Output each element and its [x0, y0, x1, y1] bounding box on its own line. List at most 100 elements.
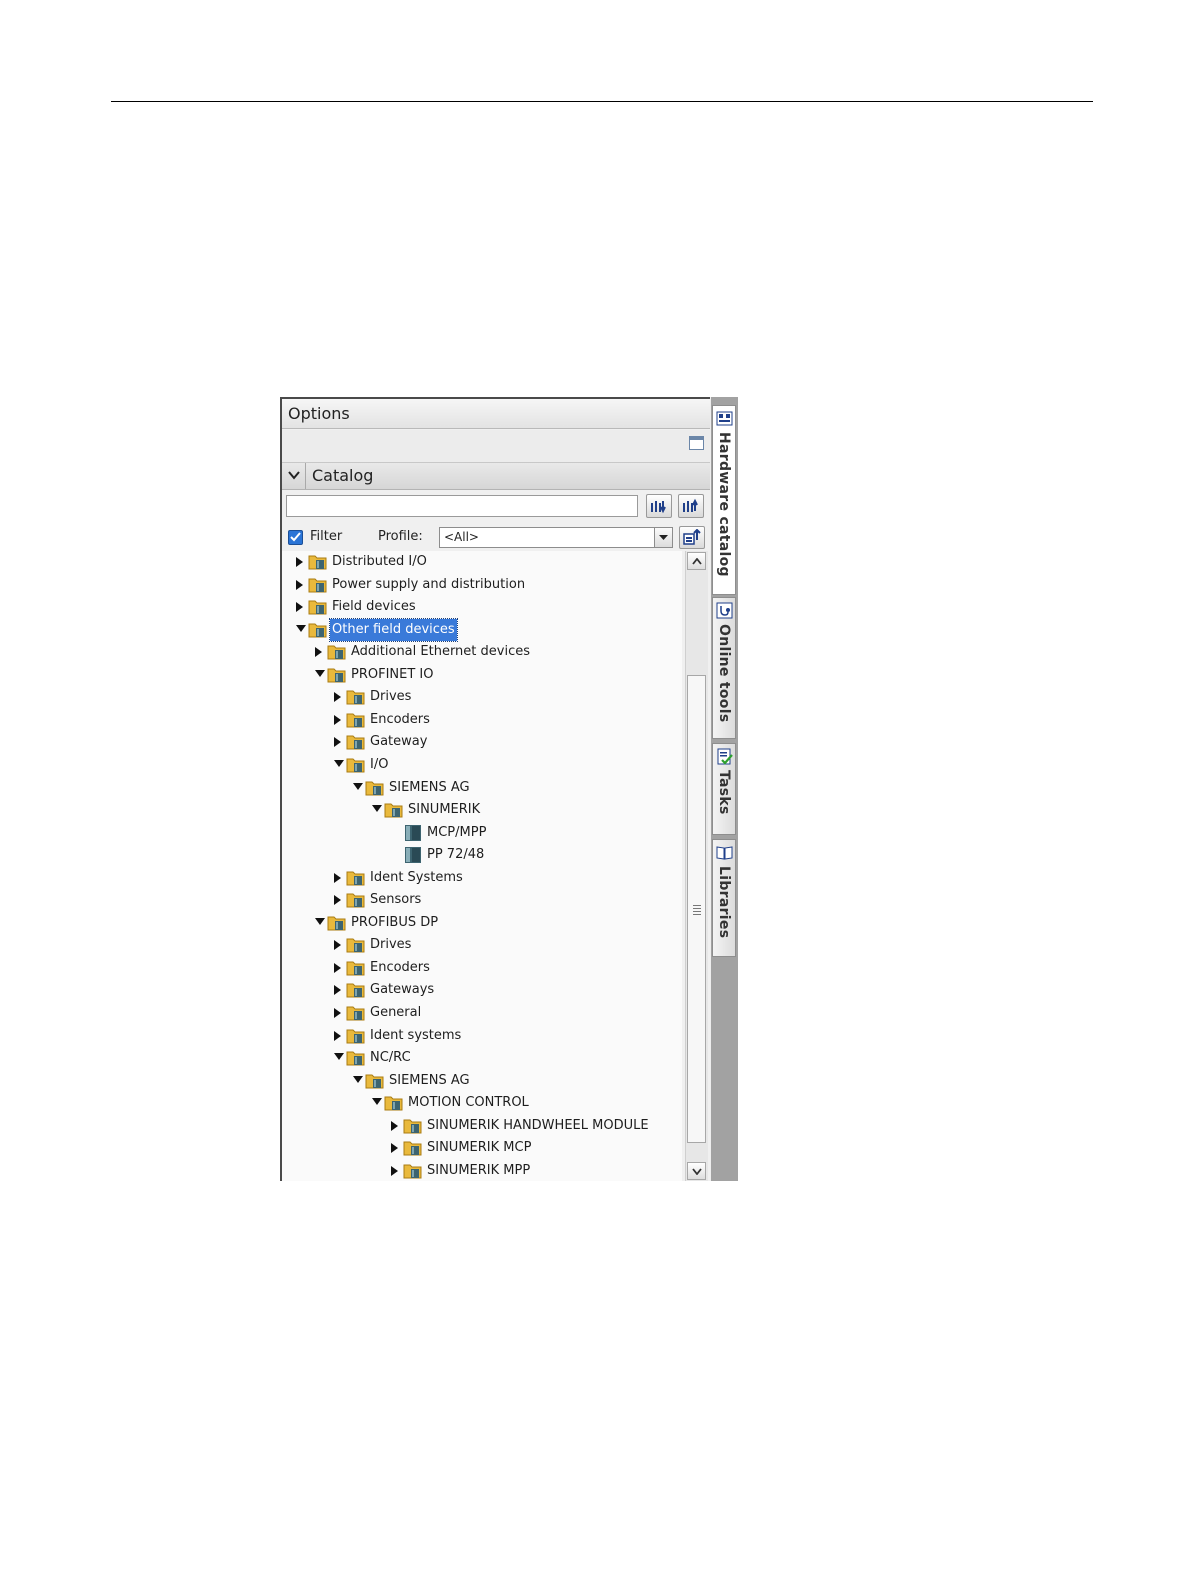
folder-icon	[403, 1117, 423, 1135]
collapse-arrow-icon[interactable]	[332, 1047, 344, 1069]
tree-item-label: Encoders	[370, 711, 430, 727]
collapse-arrow-icon[interactable]	[294, 619, 306, 641]
tree-item-label: PROFIBUS DP	[351, 914, 439, 930]
folder-icon	[327, 914, 347, 932]
folder-icon	[308, 576, 328, 594]
profile-settings-icon	[683, 529, 701, 545]
search-up-button[interactable]	[678, 494, 704, 518]
catalog-header[interactable]: Catalog	[282, 463, 710, 490]
search-up-icon	[683, 498, 698, 512]
folder-icon	[346, 756, 366, 774]
profile-dropdown-button[interactable]	[654, 528, 672, 547]
folder-icon	[365, 1072, 385, 1090]
filter-label: Filter	[310, 529, 343, 544]
scroll-up-button[interactable]	[687, 552, 706, 570]
tree-item-label: SIEMENS AG	[389, 1072, 470, 1088]
tree-item-label: SINUMERIK	[408, 802, 481, 818]
scroll-thumb[interactable]	[687, 675, 706, 1143]
tree-item-label: I/O	[370, 756, 389, 772]
filter-row: Filter Profile: <All>	[282, 525, 710, 551]
tree-item-label: MOTION CONTROL	[408, 1095, 529, 1111]
chevron-up-icon	[692, 558, 702, 565]
chevron-down-icon	[288, 471, 300, 480]
folder-icon	[346, 1027, 366, 1045]
folder-icon	[346, 936, 366, 954]
expand-arrow-icon[interactable]	[332, 1002, 344, 1024]
folder-icon	[346, 733, 366, 751]
expand-arrow-icon[interactable]	[332, 957, 344, 979]
tree-item-label: Drives	[370, 689, 412, 705]
check-icon	[290, 532, 301, 542]
expand-arrow-icon[interactable]	[294, 574, 306, 596]
expand-arrow-icon[interactable]	[389, 1160, 401, 1181]
search-down-icon	[651, 501, 666, 514]
profile-settings-button[interactable]	[679, 526, 705, 549]
side-tab-label: Hardware catalog	[716, 432, 732, 577]
folder-icon	[346, 1004, 366, 1022]
folder-icon	[384, 801, 404, 819]
tree-item-label: Encoders	[370, 959, 430, 975]
filter-checkbox[interactable]	[288, 530, 303, 545]
profile-label: Profile:	[378, 529, 423, 544]
expand-arrow-icon[interactable]	[294, 596, 306, 618]
expand-arrow-icon[interactable]	[332, 934, 344, 956]
folder-icon	[308, 598, 328, 616]
folder-icon	[365, 779, 385, 797]
window-layout-icon[interactable]	[689, 436, 704, 450]
expand-arrow-icon[interactable]	[332, 731, 344, 753]
folder-icon	[384, 1094, 404, 1112]
side-tab[interactable]: Tasks	[712, 743, 736, 835]
tasks-icon	[716, 748, 733, 765]
folder-icon	[327, 666, 347, 684]
collapse-arrow-icon[interactable]	[313, 664, 325, 686]
expand-arrow-icon[interactable]	[332, 686, 344, 708]
side-tab[interactable]: Online tools	[712, 597, 736, 739]
tree-item-label: Other field devices	[329, 617, 458, 642]
tree-item-label: SINUMERIK MPP	[427, 1162, 531, 1178]
catalog-collapse-button[interactable]	[282, 463, 306, 489]
folder-icon	[346, 959, 366, 977]
catalog-search-input[interactable]	[286, 495, 638, 517]
scroll-down-button[interactable]	[687, 1162, 706, 1180]
tree-item-label: Gateways	[370, 982, 435, 998]
search-down-button[interactable]	[646, 494, 672, 518]
collapse-arrow-icon[interactable]	[313, 912, 325, 934]
tree-item-label: Ident systems	[370, 1027, 462, 1043]
expand-arrow-icon[interactable]	[389, 1137, 401, 1159]
collapse-arrow-icon[interactable]	[351, 777, 363, 799]
tree-vertical-scrollbar[interactable]	[685, 551, 708, 1181]
expand-arrow-icon[interactable]	[389, 1115, 401, 1137]
hardware-catalog-pane: Options Catalog Filter Profile: <All> Di…	[280, 397, 710, 1181]
collapse-arrow-icon[interactable]	[370, 799, 382, 821]
profile-select[interactable]: <All>	[439, 527, 673, 548]
tree-item-label: Ident Systems	[370, 869, 463, 885]
expand-arrow-icon[interactable]	[332, 979, 344, 1001]
side-tab-label: Online tools	[716, 624, 732, 723]
catalog-tree: Distributed I/O Power supply and distribu…	[282, 551, 682, 1181]
collapse-arrow-icon[interactable]	[370, 1092, 382, 1114]
libraries-icon	[716, 844, 733, 861]
side-tab[interactable]: Libraries	[712, 839, 736, 957]
folder-icon	[346, 688, 366, 706]
expand-arrow-icon[interactable]	[332, 889, 344, 911]
side-tab[interactable]: Hardware catalog	[712, 405, 736, 595]
expand-arrow-icon[interactable]	[294, 551, 306, 573]
hardware-catalog-icon	[716, 410, 733, 427]
profile-value: <All>	[444, 530, 479, 544]
tree-item-label: SIEMENS AG	[389, 779, 470, 795]
expand-arrow-icon[interactable]	[313, 641, 325, 663]
expand-arrow-icon[interactable]	[332, 709, 344, 731]
tree-item-label: NC/RC	[370, 1050, 411, 1066]
tree-item-label: Sensors	[370, 892, 422, 908]
collapse-arrow-icon[interactable]	[332, 754, 344, 776]
page-top-rule	[111, 101, 1093, 102]
tree-item-label: General	[370, 1005, 422, 1020]
collapse-arrow-icon[interactable]	[351, 1070, 363, 1092]
tree-item-label: Gateway	[370, 734, 428, 750]
expand-arrow-icon[interactable]	[332, 1025, 344, 1047]
options-title: Options	[288, 404, 350, 423]
expand-arrow-icon[interactable]	[332, 867, 344, 889]
options-header: Options	[282, 399, 710, 429]
